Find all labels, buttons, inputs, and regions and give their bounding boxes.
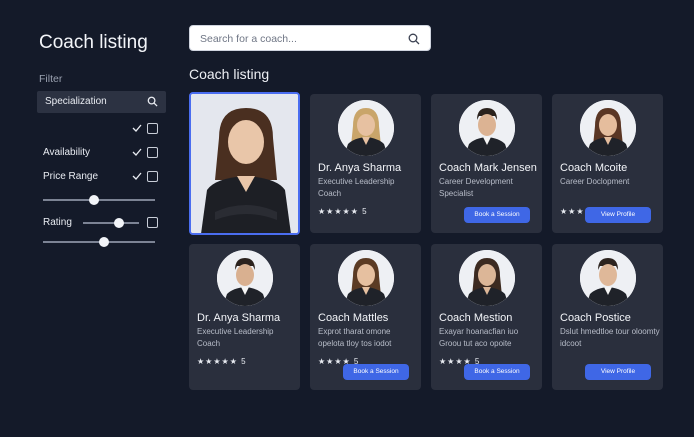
coach-photo: [458, 250, 515, 306]
book-session-button[interactable]: Book a Session: [464, 364, 530, 380]
sidebar-title: Coach listing: [39, 32, 148, 53]
coach-name: Coach Mestion: [439, 312, 513, 324]
coach-card[interactable]: Coach Mark Jensen Career Development Spec…: [431, 94, 542, 233]
coach-card[interactable]: Coach Postice Dslut hmedtloe tour oloomty…: [552, 244, 663, 390]
coach-role: Dslut hmedtloe tour oloomty idcoot: [560, 327, 660, 348]
book-session-button[interactable]: Book a Session: [343, 364, 409, 380]
filter-label: Filter: [39, 73, 63, 85]
availability-label: Availability: [43, 147, 91, 158]
coach-role: Executive Leadership Coach: [197, 327, 274, 348]
coach-name: Coach Mark Jensen: [439, 162, 537, 174]
rating-stars: ★★★★★ 5: [318, 207, 368, 216]
featured-coach-card[interactable]: [189, 92, 300, 235]
search-icon[interactable]: [408, 33, 420, 45]
avatar: [579, 250, 636, 306]
slider-track: [43, 199, 155, 201]
coach-photo: [337, 100, 394, 156]
avatar: [216, 250, 273, 306]
specialization-dropdown[interactable]: Specialization: [37, 91, 166, 113]
coach-card[interactable]: Dr. Anya Sharma Executive Leadership Coac…: [189, 244, 300, 390]
coach-name: Coach Mcoite: [560, 162, 628, 174]
avatar: [337, 250, 394, 306]
coach-name: Coach Mattles: [318, 312, 389, 324]
avatar: [579, 100, 636, 156]
availability-checkbox[interactable]: [147, 147, 158, 158]
search-placeholder: Search for a coach...: [200, 33, 297, 45]
checkmark-icon: [132, 148, 142, 156]
rating-stars: ★★★★★ 5: [197, 357, 247, 366]
coach-card[interactable]: Coach Mcoite Career Doclopment ★★★★ 5 View …: [552, 94, 663, 233]
price-range-filter[interactable]: Price Range: [43, 171, 158, 185]
slider-thumb[interactable]: [99, 237, 110, 247]
rating-slider-bottom[interactable]: [43, 236, 155, 248]
coach-name: Dr. Anya Sharma: [318, 162, 402, 174]
specialization-option-row[interactable]: [43, 123, 158, 137]
specialization-label: Specialization: [45, 96, 107, 107]
coach-role: Exayar hoanacfian iuo Groou tut aco opoi…: [439, 327, 519, 348]
view-profile-button[interactable]: View Profile: [585, 364, 651, 380]
specialization-checkbox[interactable]: [147, 123, 158, 134]
price-range-slider[interactable]: [43, 194, 155, 206]
coach-card[interactable]: Dr. Anya Sharma Executive Leadership Coac…: [310, 94, 421, 233]
coach-photo: [579, 100, 636, 156]
availability-filter[interactable]: Availability: [43, 147, 158, 161]
search-input[interactable]: Search for a coach...: [189, 25, 431, 51]
coach-photo: [191, 94, 298, 233]
coach-photo: [579, 250, 636, 306]
coach-photo: [337, 250, 394, 306]
coach-role: Career Development Specialist: [439, 177, 513, 198]
coach-photo: [458, 100, 515, 156]
coach-role: Executive Leadership Coach: [318, 177, 395, 198]
avatar: [458, 100, 515, 156]
slider-thumb[interactable]: [88, 195, 99, 205]
coach-name: Coach Postice: [560, 312, 631, 324]
price-range-label: Price Range: [43, 171, 99, 182]
slider-track: [83, 222, 139, 224]
coach-role: Career Doclopment: [560, 177, 630, 186]
coach-photo: [216, 250, 273, 306]
checkmark-icon: [132, 172, 142, 180]
avatar: [337, 100, 394, 156]
coach-card[interactable]: Coach Mestion Exayar hoanacfian iuo Groou…: [431, 244, 542, 390]
rating-checkbox[interactable]: [147, 217, 158, 228]
page-title: Coach listing: [189, 66, 270, 82]
coach-role: Exprot tharat omone opelota tloy tos iod…: [318, 327, 392, 348]
price-range-checkbox[interactable]: [147, 171, 158, 182]
filter-sidebar: Coach listing Filter Specialization Avai…: [0, 0, 175, 437]
rating-slider-top[interactable]: [43, 217, 139, 229]
coach-name: Dr. Anya Sharma: [197, 312, 281, 324]
search-icon: [147, 96, 158, 107]
avatar: [458, 250, 515, 306]
book-session-button[interactable]: Book a Session: [464, 207, 530, 223]
view-profile-button[interactable]: View Profile: [585, 207, 651, 223]
coach-card[interactable]: Coach Mattles Exprot tharat omone opelota…: [310, 244, 421, 390]
checkmark-icon: [132, 124, 142, 132]
slider-thumb[interactable]: [113, 218, 124, 228]
